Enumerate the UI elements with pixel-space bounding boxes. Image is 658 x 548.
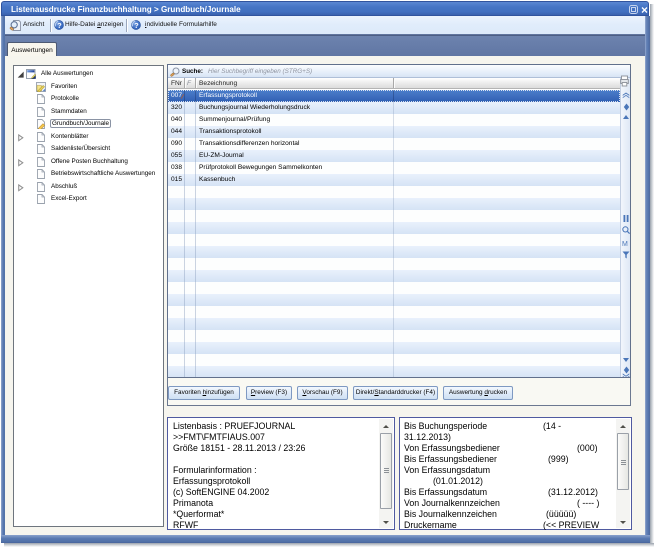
svg-text:?: ? [134, 21, 139, 30]
svg-text:M: M [622, 241, 628, 247]
svg-text:?: ? [57, 21, 62, 30]
